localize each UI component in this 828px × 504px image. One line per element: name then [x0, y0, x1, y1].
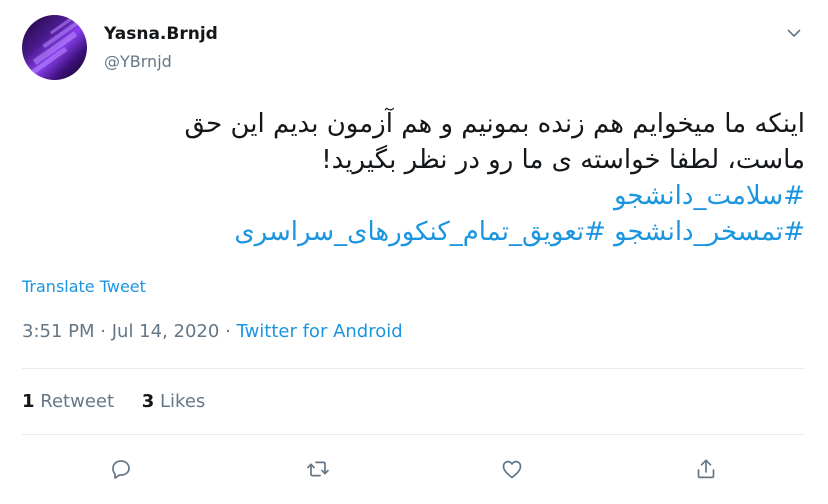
retweets-label: Retweet: [40, 391, 115, 412]
tweet-source-link[interactable]: Twitter for Android: [237, 321, 403, 342]
tweet-time[interactable]: 3:51 PM: [22, 321, 95, 342]
tweet-meta: 3:51 PM · Jul 14, 2020 · Twitter for And…: [22, 321, 403, 342]
chevron-down-icon[interactable]: [781, 20, 807, 46]
likes-label: Likes: [160, 391, 206, 412]
meta-separator: ·: [225, 321, 231, 342]
share-icon[interactable]: [692, 455, 720, 483]
likes-stat[interactable]: 3 Likes: [142, 391, 206, 412]
divider: [22, 434, 805, 435]
meta-separator: ·: [100, 321, 106, 342]
tweet-card: Yasna.Brnjd @YBrnjd اینکه ما میخوایم هم …: [0, 0, 828, 504]
author-handle[interactable]: @YBrnjd: [104, 52, 172, 71]
tweet-stats: 1 Retweet 3 Likes: [22, 391, 227, 412]
likes-count: 3: [141, 391, 155, 412]
retweet-icon[interactable]: [304, 455, 332, 483]
avatar[interactable]: [22, 15, 87, 80]
translate-tweet-link[interactable]: Translate Tweet: [22, 277, 146, 296]
hashtag-link[interactable]: #تعویق_تمام_کنکورهای_سراسری: [234, 217, 606, 247]
tweet-date[interactable]: Jul 14, 2020: [112, 321, 220, 342]
hashtag-link[interactable]: #تمسخر_دانشجو: [614, 217, 805, 247]
reply-icon[interactable]: [107, 455, 135, 483]
retweets-count: 1: [22, 391, 35, 412]
retweets-stat[interactable]: 1 Retweet: [22, 391, 114, 412]
hashtag-link[interactable]: #سلامت_دانشجو: [614, 181, 805, 211]
tweet-text-line: اینکه ما میخوایم هم زنده بمونیم و هم آزم…: [184, 109, 805, 139]
divider: [22, 368, 805, 369]
author-display-name[interactable]: Yasna.Brnjd: [104, 24, 218, 44]
tweet-text-line: ماست، لطفا خواسته ی ما رو در نظر بگیرید!: [321, 145, 805, 175]
heart-icon[interactable]: [498, 455, 526, 483]
tweet-text: اینکه ما میخوایم هم زنده بمونیم و هم آزم…: [22, 106, 805, 250]
